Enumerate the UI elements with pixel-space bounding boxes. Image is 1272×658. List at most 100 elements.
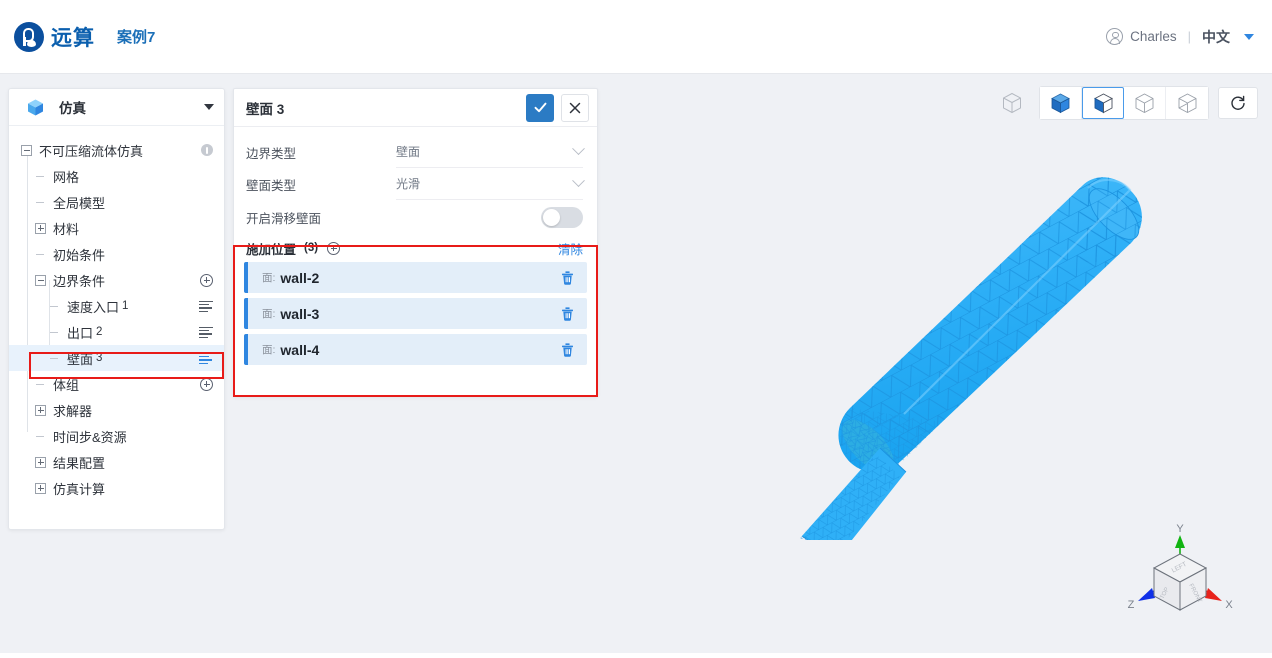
- tree-item-4[interactable]: 初始条件: [9, 241, 224, 267]
- collapse-icon[interactable]: [35, 274, 46, 286]
- apply-position-count: (3): [304, 242, 319, 254]
- tree-item-1[interactable]: 网格: [9, 163, 224, 189]
- user-menu[interactable]: Charles: [1106, 28, 1177, 45]
- tree-item-6[interactable]: 速度入口 1: [9, 293, 224, 319]
- list-item[interactable]: 面: wall-2: [244, 262, 587, 293]
- axis-orientation-gizmo[interactable]: LEFT TOP FRONT Y Z X: [1126, 524, 1234, 626]
- tree-item-0[interactable]: 不可压缩流体仿真: [9, 137, 224, 163]
- face-tag: 面:: [262, 308, 276, 320]
- apply-position-label: 施加位置: [246, 242, 297, 257]
- tree-item-7[interactable]: 出口 2: [9, 319, 224, 345]
- tree-branch-dash: [35, 379, 46, 390]
- wireframe-cube-icon[interactable]: [994, 87, 1030, 119]
- trash-icon[interactable]: [560, 306, 575, 322]
- tree-item-3[interactable]: 材料: [9, 215, 224, 241]
- tree-item-label: 出口: [67, 325, 94, 341]
- trash-icon[interactable]: [560, 270, 575, 286]
- expand-icon[interactable]: [35, 404, 46, 416]
- reset-view-icon[interactable]: [1218, 87, 1258, 119]
- trash-icon[interactable]: [560, 342, 575, 358]
- viewport-toolbar: [994, 86, 1258, 120]
- axis-label-z: Z: [1128, 599, 1135, 611]
- panel-title-text: 壁面: [246, 101, 273, 117]
- tree-item-label: 材料: [53, 221, 80, 237]
- tree-branch-dash: [35, 431, 46, 442]
- tree-item-label: 仿真计算: [53, 481, 106, 497]
- panel-header-actions: [526, 93, 589, 122]
- boundary-type-select[interactable]: 壁面: [396, 137, 585, 168]
- tree-item-label: 速度入口: [67, 299, 120, 315]
- plus-circle-icon[interactable]: [200, 377, 213, 391]
- properties-panel: 壁面 3 边界类型 壁面 壁面类型 光滑 开启滑移壁面 施加位置 (3) 清除 …: [233, 88, 598, 397]
- field-value: 光滑: [396, 177, 421, 191]
- display-mode-group: [1039, 86, 1209, 120]
- chevron-down-icon[interactable]: [1244, 33, 1254, 40]
- tree-branch-dash: [35, 249, 46, 260]
- tree-item-number: 1: [122, 300, 129, 312]
- brand[interactable]: 远算 案例7: [14, 21, 156, 52]
- case-name: 案例7: [117, 29, 156, 46]
- user-circle-icon: [1106, 28, 1124, 45]
- close-button[interactable]: [561, 93, 589, 122]
- sidebar-title: 仿真: [59, 101, 86, 116]
- expand-icon[interactable]: [35, 482, 46, 494]
- axis-z-arrow: [1138, 588, 1155, 601]
- confirm-button[interactable]: [526, 93, 554, 122]
- sidebar-header[interactable]: 仿真: [9, 89, 224, 126]
- tree-item-13[interactable]: 仿真计算: [9, 475, 224, 501]
- list-item[interactable]: 面: wall-3: [244, 298, 587, 329]
- tree-item-label: 时间步&资源: [53, 429, 127, 445]
- cube-icon: [26, 98, 45, 117]
- language-switch[interactable]: 中文: [1202, 27, 1230, 47]
- apply-position-section: 施加位置 (3) 清除 面: wall-2 面: wall-3 面: wall-4: [234, 234, 597, 365]
- face-name: wall-2: [280, 269, 320, 286]
- hidden-line-cube-icon[interactable]: [1124, 87, 1166, 119]
- pipe-main-body: [806, 177, 1142, 540]
- expand-icon[interactable]: [35, 456, 46, 468]
- chevron-down-icon[interactable]: [204, 104, 214, 110]
- pipe-mesh-model[interactable]: [690, 160, 1160, 540]
- info-icon[interactable]: [201, 144, 213, 156]
- face-name: wall-3: [280, 305, 320, 322]
- field-label: 边界类型: [246, 146, 297, 161]
- transparent-cube-icon[interactable]: [1166, 87, 1208, 119]
- field-label: 壁面类型: [246, 178, 297, 193]
- plus-circle-icon[interactable]: [200, 273, 213, 287]
- clear-button[interactable]: 清除: [558, 239, 583, 258]
- tree-branch-dash: [35, 171, 46, 182]
- panel-title-number: 3: [276, 101, 285, 117]
- plus-circle-icon[interactable]: [327, 241, 341, 255]
- solid-edges-cube-icon[interactable]: [1082, 87, 1124, 119]
- tree-item-11[interactable]: 时间步&资源: [9, 423, 224, 449]
- tree-item-number: 2: [96, 326, 103, 338]
- moving-wall-toggle[interactable]: [541, 206, 583, 228]
- gizmo-cube[interactable]: LEFT TOP FRONT: [1152, 553, 1208, 611]
- list-icon[interactable]: [199, 326, 213, 339]
- solid-cube-icon[interactable]: [1040, 87, 1082, 119]
- tree-item-number: 3: [96, 352, 103, 364]
- list-item[interactable]: 面: wall-4: [244, 334, 587, 365]
- tree-item-9[interactable]: 体组: [9, 371, 224, 397]
- tree-branch-dash: [49, 353, 60, 364]
- tree-item-10[interactable]: 求解器: [9, 397, 224, 423]
- tree-item-8[interactable]: 壁面 3: [9, 345, 224, 371]
- expand-icon[interactable]: [35, 222, 46, 234]
- tree-item-12[interactable]: 结果配置: [9, 449, 224, 475]
- list-icon[interactable]: [199, 300, 213, 313]
- field-value: 壁面: [396, 145, 421, 159]
- collapse-icon[interactable]: [21, 144, 32, 156]
- axis-y-arrow: [1175, 535, 1185, 548]
- wall-type-select[interactable]: 光滑: [396, 169, 585, 200]
- tree-item-2[interactable]: 全局模型: [9, 189, 224, 215]
- list-icon[interactable]: [199, 352, 213, 365]
- chevron-down-icon: [572, 174, 585, 188]
- tree-item-label: 不可压缩流体仿真: [39, 143, 144, 159]
- tree-item-5[interactable]: 边界条件: [9, 267, 224, 293]
- app-header: 远算 案例7 Charles | 中文: [0, 0, 1272, 74]
- field-label: 开启滑移壁面: [246, 211, 322, 226]
- tree-branch-dash: [49, 301, 60, 312]
- tree-item-label: 体组: [53, 377, 80, 393]
- tree-item-label: 初始条件: [53, 247, 106, 263]
- panel-header: 壁面 3: [234, 89, 597, 127]
- face-tag: 面:: [262, 272, 276, 284]
